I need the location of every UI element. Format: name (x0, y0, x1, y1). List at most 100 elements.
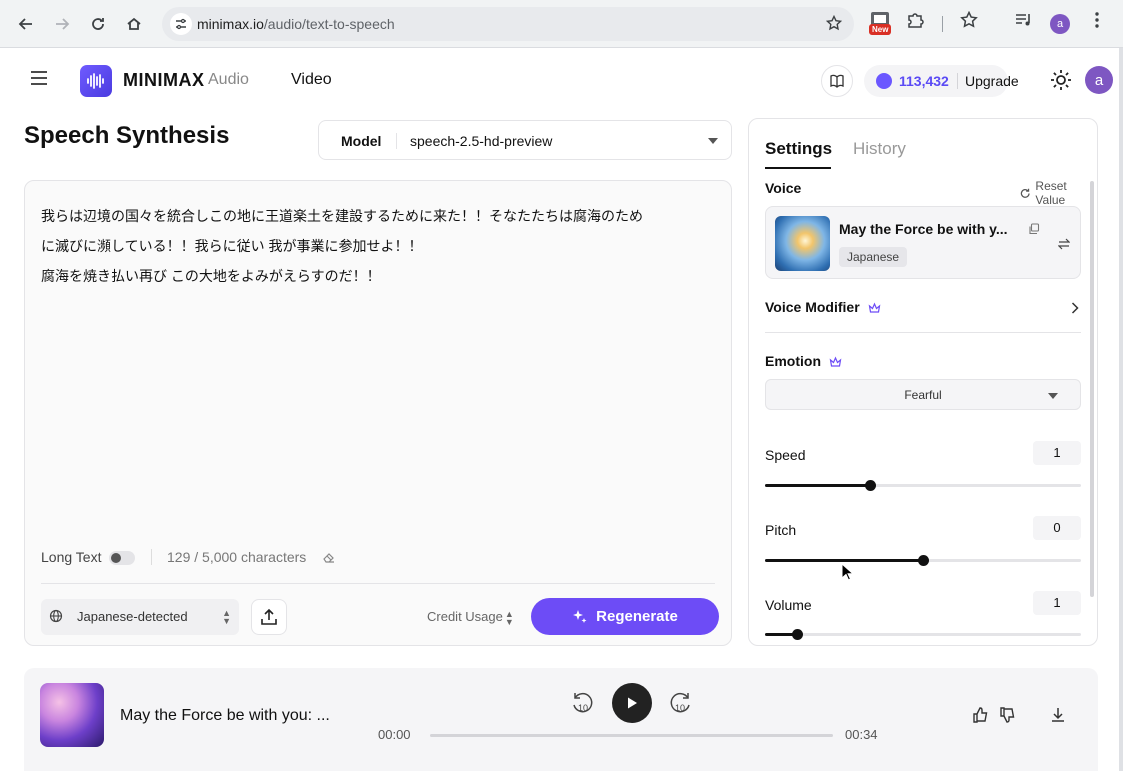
copy-icon[interactable] (1028, 222, 1040, 240)
character-count: 129 / 5,000 characters (167, 549, 307, 565)
speed-slider[interactable] (765, 479, 1081, 491)
app-window: MINIMAX Audio Video 113,432 Upgrade a Sp… (0, 48, 1119, 771)
section-divider (765, 332, 1081, 333)
back-icon[interactable] (12, 10, 40, 38)
bookmarks-icon[interactable] (960, 11, 978, 29)
rewind-10-icon[interactable]: 10 (570, 690, 596, 721)
regenerate-label: Regenerate (596, 608, 678, 625)
slider-thumb[interactable] (791, 629, 803, 640)
credit-usage-label: Credit Usage (427, 609, 503, 624)
model-value: speech-2.5-hd-preview (410, 133, 553, 149)
credits-pill[interactable]: 113,432 Upgrade (864, 65, 1019, 97)
editor-content[interactable]: 我らは辺境の国々を統合しこの地に王道楽土を建設するために来た！！そなたたちは腐海… (41, 201, 711, 291)
browser-toolbar: minimax.io/audio/text-to-speech New a (0, 0, 1123, 48)
bookmark-star-icon[interactable] (825, 14, 843, 36)
audio-player: May the Force be with you: ... 10 10 00:… (24, 668, 1098, 771)
progress-bar[interactable] (430, 734, 833, 737)
eraser-icon[interactable] (322, 550, 336, 569)
model-label: Model (341, 133, 382, 149)
toolbar-separator (942, 16, 943, 32)
menu-icon[interactable] (30, 70, 48, 91)
reload-icon[interactable] (84, 10, 112, 38)
play-button[interactable] (612, 683, 652, 723)
editor-line: 腐海を焼き払い再び この大地をよみがえらすのだ！！ (41, 268, 381, 284)
pitch-label: Pitch (765, 522, 797, 538)
thumbs-up-icon[interactable] (972, 706, 990, 729)
globe-icon (49, 609, 63, 628)
language-select[interactable]: Japanese-detected ▲ ▼ (41, 599, 239, 635)
docs-button[interactable] (821, 65, 853, 97)
brand-product[interactable]: Audio (208, 71, 249, 89)
credit-balance: 113,432 (899, 73, 949, 89)
nav-video[interactable]: Video (291, 71, 332, 89)
pitch-input[interactable]: 0 (1033, 516, 1081, 540)
credit-coin-icon (876, 73, 892, 89)
album-art (40, 683, 104, 747)
voice-language-tag: Japanese (839, 247, 908, 267)
user-avatar[interactable]: a (1085, 66, 1113, 94)
home-icon[interactable] (120, 10, 148, 38)
track-title: May the Force be with you: ... (120, 707, 330, 724)
voice-name: May the Force be with y... (839, 221, 1008, 237)
book-icon (830, 74, 844, 88)
svg-text:10: 10 (675, 703, 685, 713)
more-menu-icon[interactable] (1090, 11, 1104, 29)
slider-fill (765, 484, 871, 487)
updown-icon: ▲ ▼ (504, 608, 514, 627)
regenerate-button[interactable]: Regenerate (531, 598, 719, 635)
upload-button[interactable] (251, 599, 287, 635)
emotion-value: Fearful (904, 388, 942, 402)
language-value: Japanese-detected (77, 609, 188, 624)
site-settings-icon[interactable] (170, 13, 192, 35)
long-text-toggle[interactable] (109, 551, 135, 565)
sparkle-icon (573, 609, 587, 623)
editor-line: に滅びに瀕している！！我らに従い 我が事業に参加せよ！！ (41, 238, 423, 254)
editor-separator (41, 583, 715, 584)
volume-input[interactable]: 1 (1033, 591, 1081, 615)
forward-10-icon[interactable]: 10 (667, 690, 693, 721)
slider-track (765, 633, 1081, 636)
media-control-icon[interactable] (1014, 11, 1032, 29)
slider-thumb[interactable] (918, 555, 929, 566)
chevron-down-icon (1048, 393, 1058, 399)
address-bar[interactable]: minimax.io/audio/text-to-speech (162, 7, 854, 41)
emotion-select[interactable]: Fearful (765, 379, 1081, 410)
profile-avatar[interactable]: a (1050, 14, 1070, 34)
reset-icon (1020, 188, 1030, 198)
voice-card[interactable]: May the Force be with y... Japanese (765, 206, 1081, 279)
download-icon[interactable] (1049, 706, 1067, 729)
chevron-down-icon (708, 138, 718, 144)
current-time: 00:00 (378, 727, 411, 742)
swap-icon[interactable] (1057, 237, 1071, 255)
minimax-logo-icon[interactable] (80, 65, 112, 97)
text-editor[interactable]: 我らは辺境の国々を統合しこの地に王道楽土を建設するために来た！！そなたたちは腐海… (24, 180, 732, 646)
settings-panel: Settings History Voice Reset Value May t… (748, 118, 1098, 646)
mouse-cursor-icon (841, 562, 855, 586)
upload-icon (261, 608, 277, 625)
reset-value-button[interactable]: Reset Value (1019, 179, 1097, 207)
chevron-right-icon[interactable] (1071, 301, 1079, 319)
speed-input[interactable]: 1 (1033, 441, 1081, 465)
puzzle-extensions-icon[interactable] (906, 11, 924, 29)
updown-icon: ▲ ▼ (222, 608, 231, 626)
editor-line: 我らは辺境の国々を統合しこの地に王道楽土を建設するために来た！！そなたたちは腐海… (41, 208, 643, 224)
model-select[interactable]: Model speech-2.5-hd-preview (318, 120, 732, 160)
emotion-heading: Emotion (765, 353, 842, 369)
volume-slider[interactable] (765, 628, 1081, 640)
credit-usage-select[interactable]: Credit Usage ▲ ▼ (427, 609, 514, 626)
sun-icon[interactable] (1050, 69, 1072, 96)
editor-divider (151, 549, 152, 565)
pitch-slider[interactable] (765, 554, 1081, 566)
crown-icon (868, 302, 880, 313)
upgrade-button[interactable]: Upgrade (965, 73, 1019, 89)
url-text: minimax.io/audio/text-to-speech (197, 16, 395, 32)
slider-thumb[interactable] (865, 480, 877, 491)
voice-modifier-row[interactable]: Voice Modifier (765, 299, 881, 315)
panel-scrollbar[interactable] (1090, 181, 1094, 597)
total-time: 00:34 (845, 727, 878, 742)
tab-history[interactable]: History (853, 139, 906, 159)
pill-divider (957, 73, 958, 89)
thumbs-down-icon[interactable] (999, 706, 1017, 729)
forward-icon[interactable] (48, 10, 76, 38)
tab-settings[interactable]: Settings (765, 139, 832, 159)
